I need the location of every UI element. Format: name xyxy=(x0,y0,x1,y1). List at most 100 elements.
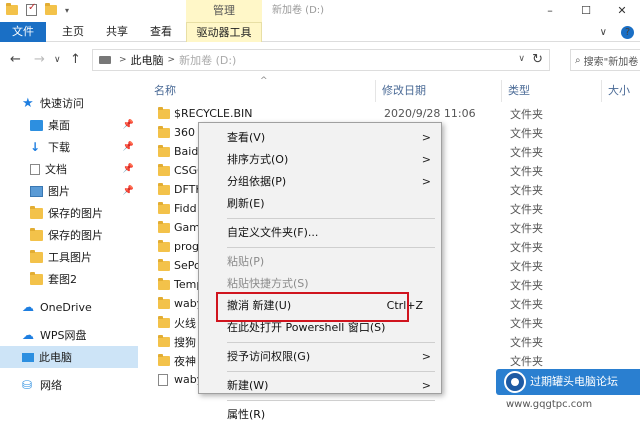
sidebar-item-saved-pictures-2[interactable]: 保存的图片 xyxy=(0,224,138,246)
sidebar-item-image-set-2[interactable]: 套图2 xyxy=(0,268,138,290)
properties-check-icon[interactable] xyxy=(26,2,37,16)
tab-manage[interactable]: 管理 xyxy=(186,0,262,22)
breadcrumb-separator: > xyxy=(167,55,176,65)
menu-separator xyxy=(227,371,435,372)
customize-toolbar-chevron-icon[interactable]: ▾ xyxy=(65,6,69,15)
quick-access-toolbar: ▾ xyxy=(6,2,69,16)
search-box[interactable]: ⌕ 搜索"新加卷 xyxy=(570,49,640,71)
ribbon-tabs: 文件 主页 共享 查看 驱动器工具 ∨ ? xyxy=(0,22,640,42)
menu-item-5[interactable]: 自定义文件夹(F)... xyxy=(199,222,441,244)
file-type: 文件夹 xyxy=(510,259,543,273)
folder-icon xyxy=(30,249,43,263)
sidebar-item-label: WPS网盘 xyxy=(40,329,87,342)
forward-arrow-icon[interactable]: → xyxy=(34,52,45,67)
help-icon[interactable]: ? xyxy=(621,25,634,39)
table-row[interactable]: $RECYCLE.BIN 2020/9/28 11:06 文件夹 xyxy=(148,104,640,123)
address-bar[interactable]: > 此电脑 > 新加卷 (D:) ∨ ↻ xyxy=(92,49,550,71)
tab-drive-tools[interactable]: 驱动器工具 xyxy=(186,22,262,42)
file-name: prog xyxy=(174,240,199,253)
menu-item-0[interactable]: 查看(V) > xyxy=(199,127,441,149)
context-menu: 查看(V) > 排序方式(O) > 分组依据(P) > 刷新(E) 自定义文件夹(F)... 粘… xyxy=(198,122,442,421)
menu-item-14[interactable]: 新建(W) > xyxy=(199,375,441,397)
menu-item-label: 刷新(E) xyxy=(227,197,265,210)
file-name: Baid xyxy=(174,145,199,158)
back-arrow-icon[interactable]: ← xyxy=(10,52,21,67)
recent-locations-chevron-icon[interactable]: ∨ xyxy=(54,55,61,65)
menu-item-12[interactable]: 授予访问权限(G) > xyxy=(199,346,441,368)
menu-item-16[interactable]: 属性(R) xyxy=(199,404,441,423)
folder-icon xyxy=(158,163,170,176)
watermark-banner: 过期罐头电脑论坛 xyxy=(496,369,640,395)
pin-icon: 📌 xyxy=(122,164,134,174)
file-type: 文件夹 xyxy=(510,164,543,178)
minimize-button[interactable]: – xyxy=(532,0,568,22)
close-button[interactable]: ✕ xyxy=(604,0,640,22)
sidebar-item-label: 桌面 xyxy=(48,119,70,132)
breadcrumb-this-pc[interactable]: 此电脑 xyxy=(131,52,164,68)
address-history-chevron-icon[interactable]: ∨ xyxy=(518,54,525,64)
breadcrumb-drive[interactable]: 新加卷 (D:) xyxy=(179,52,236,68)
sidebar-item-downloads[interactable]: ↓ 下载 📌 xyxy=(0,136,138,158)
sidebar-item-quick-access[interactable]: ★ 快速访问 xyxy=(0,92,138,114)
menu-separator xyxy=(227,218,435,219)
file-name: $RECYCLE.BIN xyxy=(174,107,253,120)
breadcrumb-separator: > xyxy=(119,55,127,65)
folder-icon xyxy=(30,271,43,285)
sidebar-item-desktop[interactable]: 桌面 📌 xyxy=(0,114,138,136)
folder-icon xyxy=(158,201,170,214)
column-header-name[interactable]: 名称 xyxy=(148,80,376,102)
menu-separator xyxy=(227,400,435,401)
sidebar-item-label: 保存的图片 xyxy=(48,207,103,220)
menu-item-1[interactable]: 排序方式(O) > xyxy=(199,149,441,171)
menu-separator xyxy=(227,247,435,248)
maximize-button[interactable]: ☐ xyxy=(568,0,604,22)
tab-file[interactable]: 文件 xyxy=(0,22,46,42)
sidebar-item-this-pc[interactable]: 此电脑 xyxy=(0,346,138,368)
new-folder-icon[interactable] xyxy=(45,3,57,15)
file-name: Fidd xyxy=(174,202,197,215)
window-controls: – ☐ ✕ xyxy=(532,0,640,22)
pin-icon: 📌 xyxy=(122,142,134,152)
submenu-arrow-icon: > xyxy=(421,153,431,166)
pin-icon: 📌 xyxy=(122,120,134,130)
up-arrow-icon[interactable]: ↑ xyxy=(70,52,81,67)
column-header-type[interactable]: 类型 xyxy=(502,80,602,102)
expand-ribbon-chevron-icon[interactable]: ∨ xyxy=(600,27,607,38)
sidebar-item-documents[interactable]: 文档 📌 xyxy=(0,158,138,180)
folder-icon xyxy=(158,353,170,366)
tab-home[interactable]: 主页 xyxy=(56,22,90,42)
folder-icon xyxy=(158,144,170,157)
menu-item-3[interactable]: 刷新(E) xyxy=(199,193,441,215)
menu-item-label: 排序方式(O) xyxy=(227,153,289,166)
folder-icon xyxy=(158,258,170,271)
column-header-date[interactable]: 修改日期 xyxy=(376,80,502,102)
sidebar-item-wps-cloud[interactable]: ☁ WPS网盘 xyxy=(0,324,138,346)
ribbon-right-controls: ∨ ? xyxy=(592,22,640,42)
menu-separator xyxy=(227,342,435,343)
menu-item-label: 在此处打开 Powershell 窗口(S) xyxy=(227,321,386,334)
tab-share[interactable]: 共享 xyxy=(100,22,134,42)
file-type: 文件夹 xyxy=(510,278,543,292)
column-header-size[interactable]: 大小 xyxy=(602,80,640,102)
folder-icon xyxy=(158,296,170,309)
sidebar-item-label: 工具图片 xyxy=(48,251,92,264)
sidebar-item-pictures[interactable]: 图片 📌 xyxy=(0,180,138,202)
tab-view[interactable]: 查看 xyxy=(144,22,178,42)
folder-icon xyxy=(158,220,170,233)
sidebar-item-saved-pictures[interactable]: 保存的图片 xyxy=(0,202,138,224)
file-type: 文件夹 xyxy=(510,145,543,159)
folder-icon[interactable] xyxy=(6,3,18,15)
download-icon: ↓ xyxy=(30,139,41,154)
folder-icon xyxy=(158,125,170,138)
sidebar-item-onedrive[interactable]: ☁ OneDrive xyxy=(0,296,138,318)
folder-icon xyxy=(30,205,43,219)
sidebar-item-network[interactable]: ⛁ 网络 xyxy=(0,374,138,396)
file-name: Gam xyxy=(174,221,200,234)
window-title: 新加卷 (D:) xyxy=(272,5,325,16)
watermark: 过期罐头电脑论坛 www.gqgtpc.com xyxy=(496,369,640,419)
refresh-icon[interactable]: ↻ xyxy=(532,52,543,67)
menu-item-2[interactable]: 分组依据(P) > xyxy=(199,171,441,193)
sidebar-item-tool-pictures[interactable]: 工具图片 xyxy=(0,246,138,268)
sidebar-item-label: 此电脑 xyxy=(39,351,72,364)
file-type: 文件夹 xyxy=(510,183,543,197)
